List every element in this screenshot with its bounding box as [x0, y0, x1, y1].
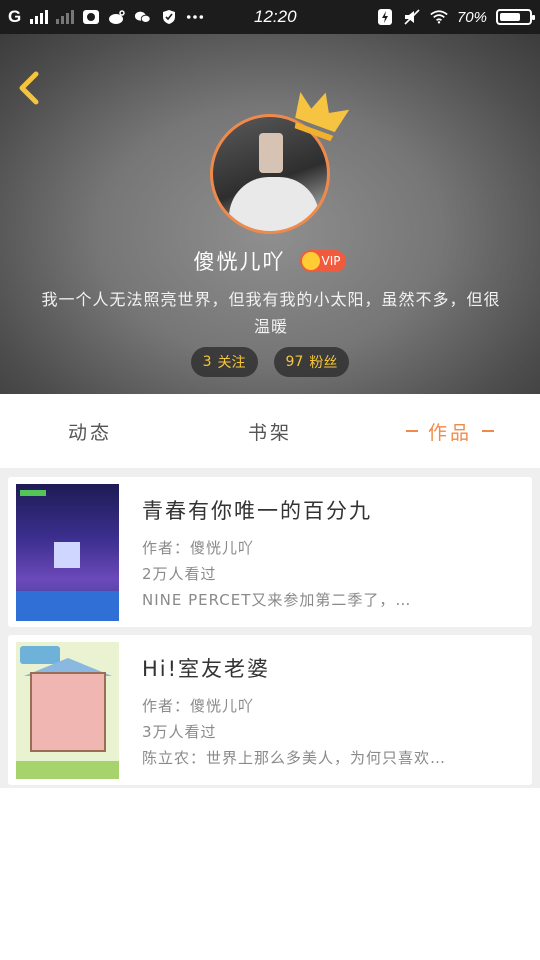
following-label: 关注: [217, 355, 246, 371]
empty-area: [0, 788, 540, 960]
tab-bookshelf[interactable]: 书架: [180, 394, 360, 468]
status-bar: G 12:20 70%: [0, 0, 540, 34]
mute-icon: [403, 9, 421, 25]
followers-button[interactable]: 97 粉丝: [273, 347, 350, 377]
tab-works[interactable]: 作品: [360, 394, 540, 468]
tab-active-indicator-right: [482, 430, 494, 432]
signal-strength-icon: [30, 10, 49, 24]
tab-activity[interactable]: 动态: [0, 394, 180, 468]
profile-header: 傻恍儿吖 VIP 我一个人无法照亮世界，但我有我的小太阳，虽然不多，但很温暖 3…: [0, 34, 540, 394]
work-excerpt: 陈立农：世界上那么多美人，为何只喜欢…: [142, 749, 447, 767]
profile-tabs: 动态 书架 作品: [0, 394, 540, 468]
tab-bookshelf-label: 书架: [247, 421, 292, 444]
work-views: 2万人看过: [142, 565, 217, 583]
wifi-icon: [430, 9, 448, 25]
username: 傻恍儿吖: [193, 250, 286, 274]
book-cover-image: [16, 642, 119, 779]
signal-strength-secondary-icon: [56, 10, 75, 24]
work-author: 作者：傻恍儿吖: [142, 697, 255, 715]
more-notifications-icon: [186, 9, 204, 25]
carrier-signal-label: G: [8, 7, 23, 26]
vip-badge[interactable]: VIP: [299, 250, 347, 272]
followers-label: 粉丝: [309, 355, 338, 371]
tab-active-indicator-left: [405, 430, 418, 432]
battery-icon: [496, 9, 535, 25]
work-title: Hi!室友老婆: [142, 657, 271, 681]
followers-count: 97: [285, 354, 304, 370]
crown-icon: [294, 91, 350, 142]
weibo-icon: [108, 9, 126, 25]
notification-app-icon: [82, 9, 100, 25]
following-count: 3: [202, 354, 212, 370]
battery-saver-icon: [376, 9, 394, 25]
battery-level-fill: [500, 13, 520, 21]
work-author: 作者：傻恍儿吖: [142, 539, 255, 557]
sun-icon: [301, 252, 320, 270]
work-title: 青春有你唯一的百分九: [142, 499, 372, 523]
wechat-icon: [134, 9, 152, 25]
battery-percent: 70%: [456, 8, 487, 26]
vip-label: VIP: [321, 254, 341, 268]
book-cover-image: [16, 484, 119, 621]
following-button[interactable]: 3 关注: [190, 347, 258, 377]
tab-works-label: 作品: [427, 421, 472, 444]
works-list: 青春有你唯一的百分九 作者：傻恍儿吖 2万人看过 NINE PERCET又来参加…: [0, 468, 540, 788]
tab-activity-label: 动态: [67, 421, 112, 444]
clock: 12:20: [254, 7, 297, 26]
list-item[interactable]: Hi!室友老婆 作者：傻恍儿吖 3万人看过 陈立农：世界上那么多美人，为何只喜欢…: [8, 635, 532, 785]
work-excerpt: NINE PERCET又来参加第二季了，…: [142, 591, 412, 609]
back-arrow-icon[interactable]: [14, 68, 44, 108]
list-item[interactable]: 青春有你唯一的百分九 作者：傻恍儿吖 2万人看过 NINE PERCET又来参加…: [8, 477, 532, 627]
profile-bio: 我一个人无法照亮世界，但我有我的小太阳，虽然不多，但很温暖: [41, 290, 501, 336]
shield-icon: [160, 9, 178, 25]
work-views: 3万人看过: [142, 723, 217, 741]
